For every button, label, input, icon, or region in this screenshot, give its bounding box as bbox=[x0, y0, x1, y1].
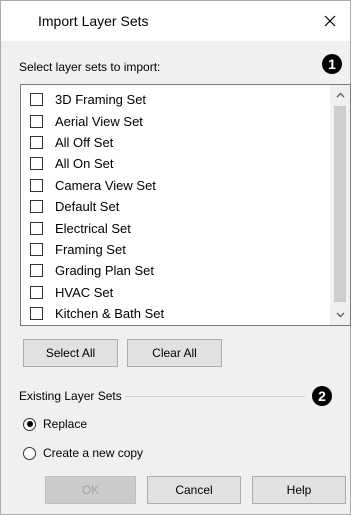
list-item[interactable]: 3D Framing Set bbox=[21, 89, 323, 110]
layer-set-label: HVAC Set bbox=[55, 284, 114, 300]
list-item[interactable]: HVAC Set bbox=[21, 282, 323, 303]
group-divider bbox=[125, 396, 305, 397]
close-button[interactable] bbox=[316, 7, 344, 35]
chevron-up-icon bbox=[336, 92, 344, 98]
layer-set-checkbox[interactable] bbox=[30, 200, 43, 214]
list-item[interactable]: Grading Plan Set bbox=[21, 260, 323, 281]
replace-label: Replace bbox=[43, 417, 88, 431]
list-item[interactable]: Kitchen & Bath Set bbox=[21, 303, 323, 324]
layer-set-checkbox[interactable] bbox=[30, 242, 43, 256]
create-copy-label: Create a new copy bbox=[43, 446, 144, 460]
close-icon bbox=[324, 15, 336, 27]
callout-badge-2: 2 bbox=[312, 386, 332, 406]
scroll-up-button[interactable] bbox=[330, 86, 350, 104]
layer-set-label: All On Set bbox=[55, 156, 114, 172]
layer-set-label: Electrical Set bbox=[55, 220, 131, 236]
layer-set-list[interactable]: 3D Framing Set Aerial View Set All Off Set… bbox=[20, 84, 351, 326]
select-all-button[interactable]: Select All bbox=[23, 339, 118, 367]
cancel-button[interactable]: Cancel bbox=[147, 476, 241, 504]
list-item[interactable]: Electrical Set bbox=[21, 217, 323, 238]
vertical-scrollbar[interactable] bbox=[330, 85, 350, 325]
layer-set-label: Camera View Set bbox=[55, 177, 156, 193]
layer-set-checkbox[interactable] bbox=[30, 285, 43, 299]
layer-set-label: 3D Framing Set bbox=[55, 92, 147, 108]
dialog-title: Import Layer Sets bbox=[38, 13, 149, 29]
list-item[interactable]: Aerial View Set bbox=[21, 110, 323, 131]
clear-all-button[interactable]: Clear All bbox=[127, 339, 222, 367]
layer-set-label: Framing Set bbox=[55, 241, 126, 257]
layer-set-checkbox[interactable] bbox=[30, 157, 43, 171]
list-item[interactable]: Default Set bbox=[21, 196, 323, 217]
instruction-label: Select layer sets to import: bbox=[19, 60, 161, 74]
layer-set-label: Aerial View Set bbox=[55, 113, 143, 129]
layer-set-checkbox[interactable] bbox=[30, 264, 43, 278]
layer-set-checkbox[interactable] bbox=[30, 221, 43, 235]
layer-set-label: Default Set bbox=[55, 199, 120, 215]
scroll-down-button[interactable] bbox=[330, 306, 350, 324]
import-layer-sets-dialog: Import Layer Sets Select layer sets to i… bbox=[0, 0, 351, 515]
layer-set-checkbox[interactable] bbox=[30, 114, 43, 128]
create-copy-option[interactable]: Create a new copy bbox=[23, 446, 143, 460]
layer-set-label: All Off Set bbox=[55, 134, 114, 150]
title-bar: Import Layer Sets bbox=[1, 1, 350, 41]
list-item[interactable]: Framing Set bbox=[21, 239, 323, 260]
create-copy-radio[interactable] bbox=[23, 446, 36, 460]
layer-set-items: 3D Framing Set Aerial View Set All Off Set… bbox=[21, 89, 323, 324]
list-item[interactable]: All Off Set bbox=[21, 132, 323, 153]
replace-radio[interactable] bbox=[23, 417, 36, 431]
existing-layer-sets-label: Existing Layer Sets bbox=[19, 389, 122, 403]
replace-option[interactable]: Replace bbox=[23, 417, 87, 431]
scroll-thumb[interactable] bbox=[334, 106, 346, 302]
layer-set-checkbox[interactable] bbox=[30, 135, 43, 149]
list-item[interactable]: All On Set bbox=[21, 153, 323, 174]
layer-set-checkbox[interactable] bbox=[30, 93, 43, 107]
help-button[interactable]: Help bbox=[252, 476, 346, 504]
ok-button[interactable]: OK bbox=[45, 476, 136, 504]
callout-badge-1: 1 bbox=[322, 54, 342, 74]
layer-set-label: Grading Plan Set bbox=[55, 263, 155, 279]
chevron-down-icon bbox=[336, 312, 344, 318]
layer-set-checkbox[interactable] bbox=[30, 307, 43, 321]
list-item[interactable]: Camera View Set bbox=[21, 175, 323, 196]
layer-set-checkbox[interactable] bbox=[30, 178, 43, 192]
layer-set-label: Kitchen & Bath Set bbox=[55, 306, 165, 322]
